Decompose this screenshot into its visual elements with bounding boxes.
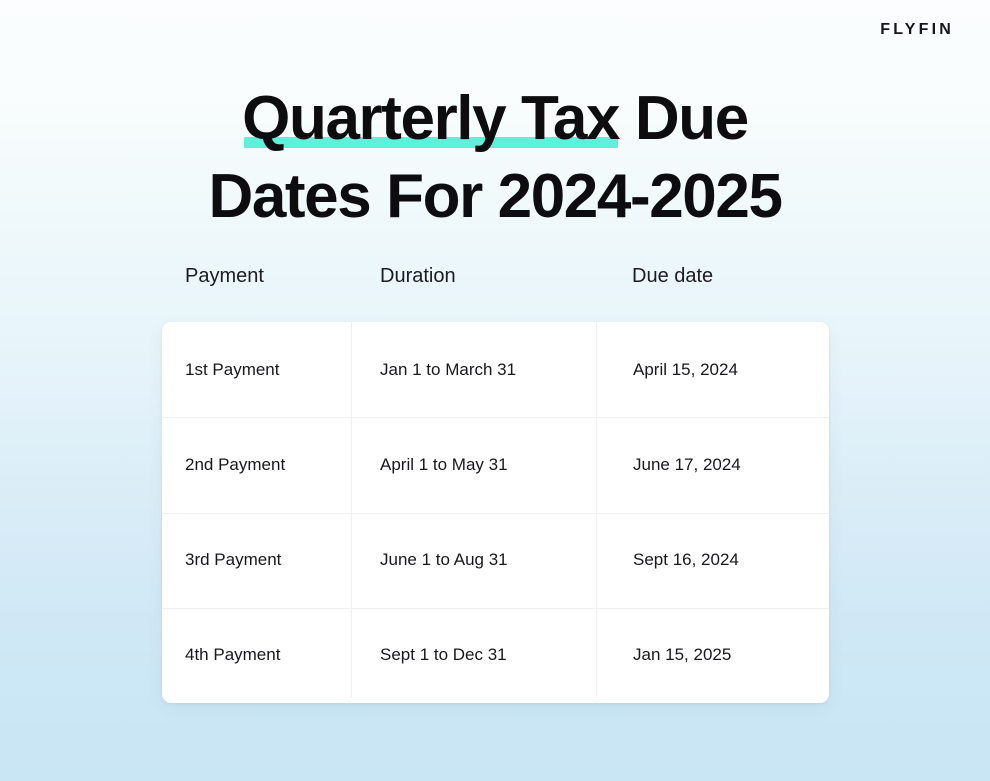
cell-duration: Sept 1 to Dec 31 (380, 645, 507, 665)
column-header-payment: Payment (185, 265, 264, 287)
page-title-line-1: Quarterly Tax Due (0, 80, 990, 158)
table-row: 4th Payment Sept 1 to Dec 31 Jan 15, 202… (162, 607, 829, 703)
table-row: 2nd Payment April 1 to May 31 June 17, 2… (162, 417, 829, 512)
cell-payment: 3rd Payment (185, 550, 282, 570)
cell-due-date: June 17, 2024 (633, 454, 741, 474)
table-header-row: Payment Duration Due date (162, 262, 829, 302)
title-line-1-rest: Due (619, 84, 749, 153)
table-row: 3rd Payment June 1 to Aug 31 Sept 16, 20… (162, 512, 829, 608)
infographic-page: FLYFIN Quarterly Tax Due Dates For 2024-… (0, 0, 990, 781)
flyfin-logo: FLYFIN (880, 21, 954, 38)
cell-payment: 4th Payment (185, 645, 281, 665)
cell-due-date: Sept 16, 2024 (633, 550, 739, 570)
cell-duration: April 1 to May 31 (380, 454, 508, 474)
cell-due-date: Jan 15, 2025 (633, 645, 732, 665)
cell-payment: 2nd Payment (185, 454, 286, 474)
cell-duration: Jan 1 to March 31 (380, 359, 517, 379)
cell-due-date: April 15, 2024 (633, 359, 738, 379)
title-highlight-group: Quarterly Tax (242, 80, 620, 158)
column-header-due-date: Due date (632, 265, 714, 287)
tax-due-dates-table: 1st Payment Jan 1 to March 31 April 15, … (162, 322, 829, 703)
page-title-line-2: Dates For 2024-2025 (208, 162, 782, 232)
cell-payment: 1st Payment (185, 359, 280, 379)
table-row: 1st Payment Jan 1 to March 31 April 15, … (162, 322, 829, 417)
title-highlighted-text: Quarterly Tax (242, 84, 620, 153)
column-header-duration: Duration (380, 265, 456, 287)
page-title: Quarterly Tax Due Dates For 2024-2025 (0, 80, 990, 236)
cell-duration: June 1 to Aug 31 (380, 550, 508, 570)
